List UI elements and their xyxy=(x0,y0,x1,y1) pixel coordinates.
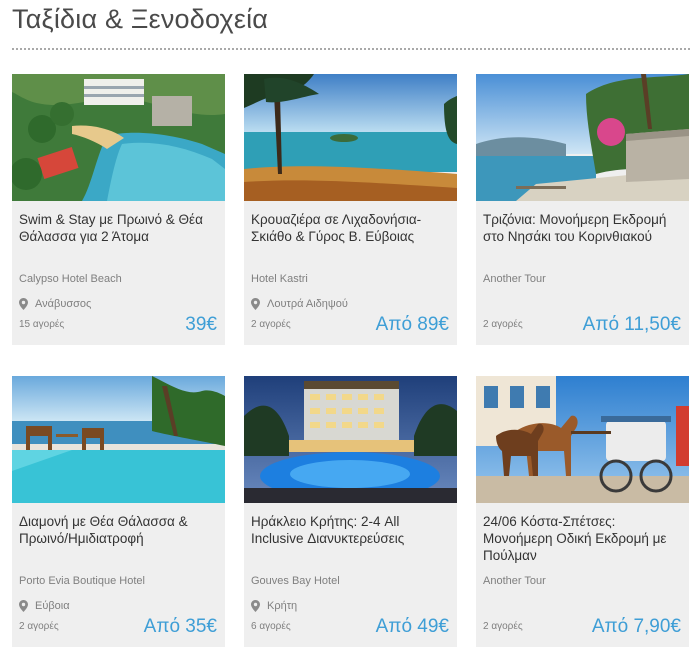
deal-title[interactable]: Διαμονή με Θέα Θάλασσα & Πρωινό/Ημιδιατρ… xyxy=(19,513,221,547)
deal-image[interactable] xyxy=(244,74,457,201)
deal-price: Από 7,90€ xyxy=(591,616,681,637)
deal-price: Από 35€ xyxy=(143,616,217,637)
map-pin-icon xyxy=(251,298,260,310)
deal-price: Από 49€ xyxy=(375,616,449,637)
deal-purchases: 2 αγορές xyxy=(483,319,523,330)
deal-vendor: Hotel Kastri xyxy=(251,273,308,285)
deal-price: Από 11,50€ xyxy=(582,314,681,335)
deal-card[interactable]: Swim & Stay με Πρωινό & Θέα Θάλασσα για … xyxy=(12,74,225,345)
deal-title[interactable]: Ηράκλειο Κρήτης: 2-4 All Inclusive Διανυ… xyxy=(251,513,453,547)
deal-title[interactable]: Swim & Stay με Πρωινό & Θέα Θάλασσα για … xyxy=(19,211,221,245)
deal-card[interactable]: Τριζόνια: Μονοήμερη Εκδρομή στο Νησάκι τ… xyxy=(476,74,689,345)
map-pin-icon xyxy=(19,600,28,612)
deal-location: Κρήτη xyxy=(251,600,297,612)
deal-purchases: 2 αγορές xyxy=(251,319,291,330)
deal-purchases: 15 αγορές xyxy=(19,319,65,330)
deal-vendor: Another Tour xyxy=(483,575,546,587)
deal-price: 39€ xyxy=(185,314,217,335)
deal-purchases: 2 αγορές xyxy=(483,621,523,632)
deal-image[interactable] xyxy=(12,74,225,201)
map-pin-icon xyxy=(19,298,28,310)
deal-card[interactable]: Ηράκλειο Κρήτης: 2-4 All Inclusive Διανυ… xyxy=(244,376,457,647)
title-divider xyxy=(12,48,690,50)
deal-location: Λουτρά Αιδηψού xyxy=(251,298,348,310)
map-pin-icon xyxy=(251,600,260,612)
deal-location-label: Εύβοια xyxy=(35,600,70,612)
deal-location-label: Κρήτη xyxy=(267,600,298,612)
deal-image[interactable] xyxy=(476,74,689,201)
deal-vendor: Calypso Hotel Beach xyxy=(19,273,122,285)
deal-purchases: 2 αγορές xyxy=(19,621,59,632)
deal-card[interactable]: Διαμονή με Θέα Θάλασσα & Πρωινό/Ημιδιατρ… xyxy=(12,376,225,647)
deal-price: Από 89€ xyxy=(375,314,449,335)
deal-title[interactable]: Κρουαζιέρα σε Λιχαδονήσια-Σκιάθο & Γύρος… xyxy=(251,211,453,245)
deal-card[interactable]: Κρουαζιέρα σε Λιχαδονήσια-Σκιάθο & Γύρος… xyxy=(244,74,457,345)
page-title: Ταξίδια & Ξενοδοχεία xyxy=(12,4,269,34)
deal-purchases: 6 αγορές xyxy=(251,621,291,632)
deal-title[interactable]: Τριζόνια: Μονοήμερη Εκδρομή στο Νησάκι τ… xyxy=(483,211,685,245)
deal-image[interactable] xyxy=(244,376,457,503)
deal-vendor: Gouves Bay Hotel xyxy=(251,575,340,587)
deal-vendor: Porto Evia Boutique Hotel xyxy=(19,575,145,587)
deal-title[interactable]: 24/06 Κόστα-Σπέτσες: Μονοήμερη Οδική Εκδ… xyxy=(483,513,685,564)
deal-location: Εύβοια xyxy=(19,600,70,612)
deal-location: Ανάβυσσος xyxy=(19,298,91,310)
deal-image[interactable] xyxy=(476,376,689,503)
deal-location-label: Ανάβυσσος xyxy=(35,298,92,310)
deal-location-label: Λουτρά Αιδηψού xyxy=(267,298,348,310)
deal-card[interactable]: 24/06 Κόστα-Σπέτσες: Μονοήμερη Οδική Εκδ… xyxy=(476,376,689,647)
deal-image[interactable] xyxy=(12,376,225,503)
deal-vendor: Another Tour xyxy=(483,273,546,285)
